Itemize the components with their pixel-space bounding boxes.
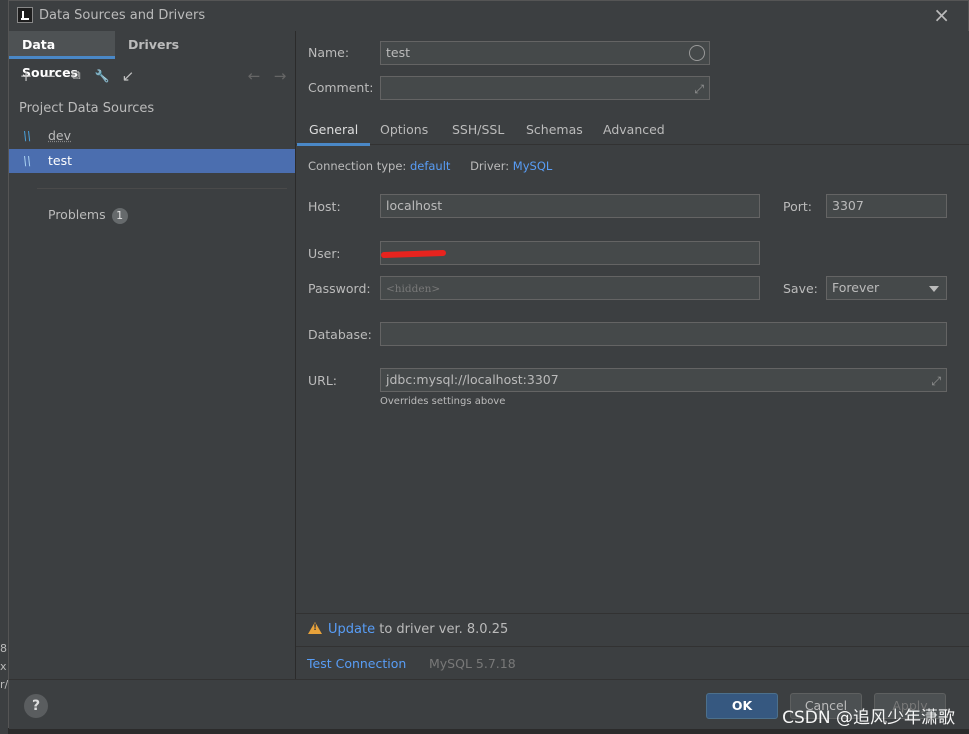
tab-general[interactable]: General: [297, 115, 371, 146]
remove-icon[interactable]: −: [41, 67, 59, 85]
background-text-fragment: x: [0, 660, 7, 673]
left-panel: Data Sources Drivers + − ⧉ 🔧 ↙ ← → Proje…: [9, 31, 295, 679]
help-icon[interactable]: ?: [24, 694, 48, 718]
data-source-label: test: [48, 153, 73, 168]
connection-type-link[interactable]: default: [410, 159, 450, 173]
comment-field[interactable]: ⤢: [380, 76, 710, 100]
user-label: User:: [308, 246, 341, 261]
settings-tabs: General Options SSH/SSL Schemas Advanced: [296, 115, 969, 146]
save-label: Save:: [783, 281, 818, 296]
problems-count-badge: 1: [111, 208, 128, 224]
update-notice-text: to driver ver. 8.0.25: [375, 622, 509, 637]
background-text-fragment: r/: [0, 678, 9, 691]
tab-drivers[interactable]: Drivers: [115, 31, 192, 59]
separator: [37, 188, 287, 189]
database-label: Database:: [308, 327, 372, 342]
tab-schemas[interactable]: Schemas: [514, 115, 595, 145]
background-text-fragment: 8: [0, 642, 7, 655]
database-field[interactable]: [380, 322, 947, 346]
data-source-item[interactable]: \\ test: [9, 149, 295, 173]
host-label: Host:: [308, 199, 341, 214]
background-window-edge: 8 x r/: [0, 0, 8, 734]
port-label: Port:: [783, 199, 812, 214]
color-circle-icon[interactable]: [689, 45, 705, 61]
back-arrow-icon[interactable]: ←: [245, 67, 263, 85]
password-label: Password:: [308, 281, 371, 296]
problems-item[interactable]: Problems 1: [48, 207, 128, 224]
separator: [296, 646, 969, 647]
password-field[interactable]: <hidden>: [380, 276, 760, 300]
mysql-icon: \\: [23, 154, 32, 168]
connection-info-row: Connection type: default Driver: MySQL: [308, 159, 552, 173]
server-version-text: MySQL 5.7.18: [429, 656, 516, 671]
dialog-title: Data Sources and Drivers: [39, 8, 206, 23]
host-value: localhost: [386, 198, 443, 213]
close-icon[interactable]: ×: [933, 5, 950, 25]
forward-arrow-icon[interactable]: →: [271, 67, 289, 85]
data-source-label: dev: [48, 128, 72, 143]
name-field[interactable]: test: [380, 41, 710, 65]
port-field[interactable]: 3307: [826, 194, 947, 218]
password-placeholder: <hidden>: [386, 283, 441, 295]
warning-icon: [308, 622, 322, 634]
tab-options[interactable]: Options: [368, 115, 440, 145]
driver-link[interactable]: MySQL: [513, 159, 553, 173]
url-hint: Overrides settings above: [380, 396, 506, 407]
url-label: URL:: [308, 373, 338, 388]
tab-advanced[interactable]: Advanced: [591, 115, 677, 145]
mysql-icon: \\: [23, 129, 32, 143]
driver-label: Driver:: [470, 159, 510, 173]
port-value: 3307: [832, 198, 864, 213]
redaction-mark: [380, 249, 447, 259]
add-icon[interactable]: +: [17, 67, 35, 85]
csdn-watermark: CSDN @追风少年潇歌: [782, 708, 955, 728]
wrench-icon[interactable]: 🔧: [93, 67, 111, 85]
data-sources-dialog: Data Sources and Drivers × Data Sources …: [8, 0, 969, 729]
separator: [296, 613, 969, 614]
comment-label: Comment:: [308, 80, 374, 95]
left-toolbar: + − ⧉ 🔧 ↙ ← →: [9, 65, 295, 89]
ok-button[interactable]: OK: [706, 693, 778, 719]
expand-icon[interactable]: ⤢: [694, 78, 704, 100]
save-dropdown[interactable]: Forever: [826, 276, 947, 300]
url-value: jdbc:mysql://localhost:3307: [386, 372, 559, 387]
chevron-down-icon: [929, 286, 939, 292]
left-tabs: Data Sources Drivers: [9, 31, 295, 80]
import-icon[interactable]: ↙: [119, 67, 137, 85]
test-connection-link[interactable]: Test Connection: [307, 656, 406, 671]
tab-ssh-ssl[interactable]: SSH/SSL: [440, 115, 516, 145]
driver-update-notice: Update to driver ver. 8.0.25: [308, 621, 508, 637]
problems-label: Problems: [48, 207, 106, 222]
tab-data-sources[interactable]: Data Sources: [9, 31, 115, 80]
user-field[interactable]: [380, 241, 760, 265]
host-field[interactable]: localhost: [380, 194, 760, 218]
update-link[interactable]: Update: [328, 622, 375, 637]
title-bar: Data Sources and Drivers ×: [9, 1, 968, 31]
name-value: test: [386, 45, 411, 60]
right-panel: Name: test Comment: ⤢ General Options SS…: [296, 31, 969, 679]
duplicate-icon[interactable]: ⧉: [67, 67, 85, 85]
intellij-app-icon: [17, 7, 33, 23]
url-field[interactable]: jdbc:mysql://localhost:3307 ⤢: [380, 368, 947, 392]
project-data-sources-heading: Project Data Sources: [19, 101, 155, 116]
data-source-item[interactable]: \\ dev: [9, 124, 295, 148]
connection-type-label: Connection type:: [308, 159, 407, 173]
save-value: Forever: [832, 280, 880, 295]
expand-icon[interactable]: ⤢: [931, 370, 941, 392]
name-label: Name:: [308, 45, 350, 60]
